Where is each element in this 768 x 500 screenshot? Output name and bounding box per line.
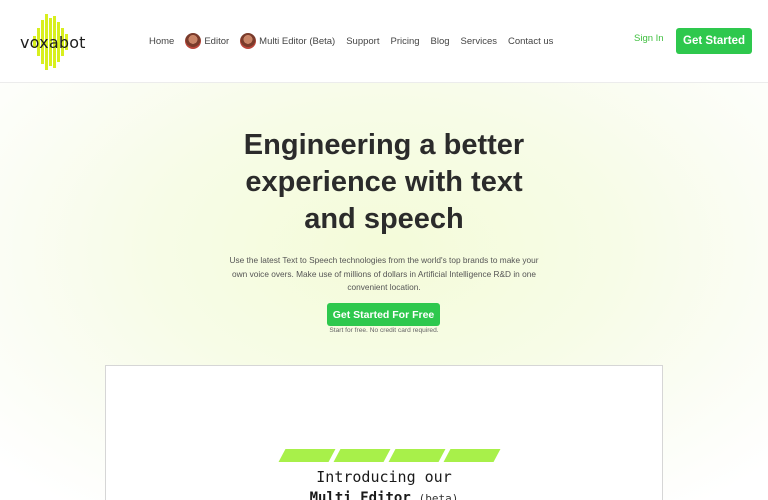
get-started-button[interactable]: Get Started [676, 28, 752, 54]
voxabot-logo[interactable]: voxabot [20, 14, 90, 70]
hero-title-line-2: experience with text [245, 166, 523, 198]
panel-product-line: Multi Editor (beta) [106, 490, 662, 500]
hero-title: Engineering a better experience with tex… [184, 127, 584, 238]
nav-pricing[interactable]: Pricing [390, 36, 419, 47]
panel-product-name: Multi Editor [309, 490, 411, 500]
panel-beta-badge: (beta) [418, 492, 459, 500]
nav-support[interactable]: Support [346, 36, 379, 47]
nav-multi-editor-label: Multi Editor (Beta) [259, 35, 336, 47]
stripe-3 [388, 449, 446, 462]
stripe-4 [443, 449, 501, 462]
hero-title-line-1: Engineering a better [243, 129, 525, 161]
hero-subtitle-line-3: convenient location. [347, 282, 421, 292]
nav-home-label: Home [149, 35, 175, 47]
editor-avatar-icon [185, 33, 202, 49]
hero-title-line-3: and speech [304, 203, 464, 235]
stripe-2 [333, 449, 391, 462]
nav-blog-label: Blog [430, 35, 450, 47]
nav-contact[interactable]: Contact us [508, 36, 553, 47]
stripe-decoration [276, 449, 501, 463]
cta-note: Start for free. No credit card required. [329, 327, 439, 334]
nav-services-label: Services [460, 35, 497, 47]
site-header: voxabot Home Editor Multi Editor (Beta) … [0, 0, 768, 83]
nav-support-label: Support [346, 35, 380, 47]
nav-contact-label: Contact us [507, 35, 554, 47]
multi-editor-avatar-icon [240, 33, 257, 49]
nav-editor-label: Editor [204, 35, 230, 47]
multi-editor-panel: Introducing our Multi Editor (beta) [105, 365, 663, 500]
get-started-free-button[interactable]: Get Started For Free [327, 303, 440, 326]
nav-home[interactable]: Home [149, 36, 174, 47]
nav-editor[interactable]: Editor [185, 33, 229, 49]
nav-blog[interactable]: Blog [431, 36, 450, 47]
nav-services[interactable]: Services [461, 36, 497, 47]
sign-in-link[interactable]: Sign In [634, 33, 664, 44]
panel-intro: Introducing our [316, 468, 452, 486]
hero-subtitle-line-2: own voice overs. Make use of millions of… [232, 268, 536, 279]
main-nav: Home Editor Multi Editor (Beta) Support … [149, 31, 564, 51]
brand-name: voxabot [20, 33, 86, 52]
stripe-1 [278, 449, 336, 462]
hero-subtitle: Use the latest Text to Speech technologi… [200, 254, 568, 295]
nav-pricing-label: Pricing [390, 35, 420, 47]
nav-multi-editor[interactable]: Multi Editor (Beta) [240, 33, 335, 49]
hero-subtitle-line-1: Use the latest Text to Speech technologi… [229, 255, 539, 265]
